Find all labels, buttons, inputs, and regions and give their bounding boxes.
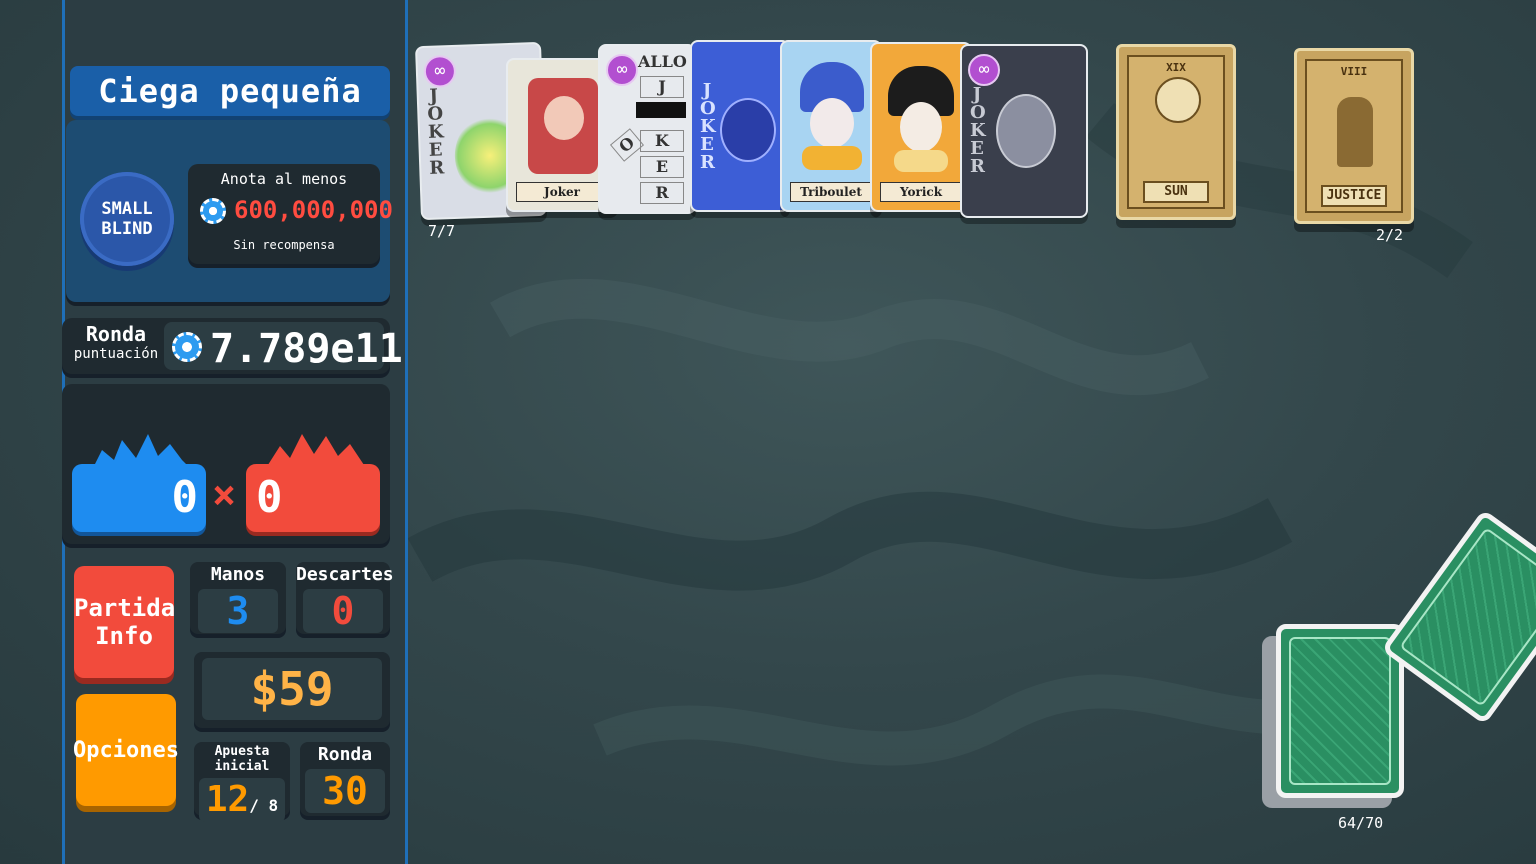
- reward-label: Sin recompensa: [233, 238, 335, 252]
- tarot-numeral: VIII: [1340, 65, 1368, 78]
- joker-slot-count: 7/7: [428, 222, 456, 240]
- target-score-panel: Anota al menos 600,000,000 Sin recompens…: [188, 164, 393, 264]
- options-button[interactable]: Opciones: [73, 694, 179, 806]
- chip-icon: [200, 198, 226, 224]
- run-info-line1: Partida: [74, 594, 176, 622]
- target-value: 600,000,000: [234, 196, 393, 224]
- run-info-line2: Info: [95, 622, 153, 650]
- tarot-numeral: XIX: [1166, 61, 1186, 74]
- ante-stat: Apuesta inicial 12/ 8: [194, 742, 290, 822]
- joker-name-label: Triboulet: [790, 182, 872, 202]
- joker-vertical-text: JOKER: [427, 85, 445, 179]
- mult-value: 0: [256, 472, 283, 523]
- joker-name-label: Yorick: [880, 182, 962, 202]
- letter-j: J: [640, 76, 684, 98]
- ante-value: 12: [205, 779, 250, 820]
- round-score-pill: 7.789e11: [164, 322, 403, 372]
- negative-edition-icon: ∞: [423, 54, 457, 88]
- joker-card-yorick[interactable]: Yorick: [870, 42, 972, 212]
- ante-label: Apuesta inicial: [214, 744, 270, 774]
- negative-edition-icon: ∞: [968, 54, 1000, 86]
- round-value: 30: [305, 769, 385, 813]
- consumable-slot-count: 2/2: [1376, 226, 1404, 244]
- hands-stat: Manos 3: [190, 562, 286, 634]
- blind-title: Ciega pequeña: [70, 66, 390, 116]
- joker-vertical-text: JOKER: [700, 80, 716, 173]
- hands-label: Manos: [210, 564, 266, 585]
- joker-vertical-text: JOKER: [970, 84, 986, 177]
- joker-face: [810, 98, 854, 148]
- joker-card-hallucination[interactable]: ∞ ALLO J O K E R: [598, 44, 696, 214]
- hands-value: 3: [198, 589, 278, 633]
- run-info-button[interactable]: Partida Info: [74, 566, 176, 678]
- round-score-sublabel: puntuación: [73, 346, 159, 362]
- letter-e: E: [640, 156, 684, 178]
- letter-r: R: [640, 182, 684, 204]
- times-symbol: ×: [212, 472, 237, 518]
- negative-edition-icon: ∞: [606, 54, 638, 86]
- joker-face-skin: [544, 96, 584, 140]
- joker-face: [900, 102, 942, 152]
- round-score-value: 7.789e11: [210, 326, 403, 372]
- scales-icon: [1337, 97, 1373, 167]
- drawn-card-back: [1381, 508, 1536, 726]
- joker-card-blue[interactable]: JOKER: [690, 40, 790, 212]
- joker-collar: [802, 146, 862, 170]
- round-stat: Ronda 30: [300, 742, 390, 816]
- discards-value: 0: [303, 589, 383, 633]
- ante-box: 12/ 8: [199, 778, 285, 822]
- chips-counter: 0: [72, 464, 206, 532]
- deck-count: 64/70: [1338, 814, 1384, 832]
- card-header: ALLO: [638, 52, 687, 71]
- joker-face: [996, 94, 1056, 168]
- money-value: $59: [202, 658, 382, 720]
- joker-collar: [894, 150, 948, 172]
- round-score-label: Ronda puntuación: [68, 324, 164, 364]
- blind-chip-line1: SMALL: [101, 199, 153, 219]
- round-label: Ronda: [317, 744, 373, 765]
- tarot-frame: VIII JUSTICE: [1305, 59, 1403, 213]
- tarot-name: SUN: [1143, 181, 1209, 203]
- letter-k: K: [640, 130, 684, 152]
- joker-card-negative-2[interactable]: ∞ JOKER: [960, 44, 1088, 218]
- deck-pattern: [1289, 637, 1391, 785]
- mult-flame-icon: [266, 434, 366, 468]
- discards-label: Descartes: [296, 564, 394, 585]
- discards-stat: Descartes 0: [296, 562, 394, 634]
- hand-calc-panel: 0 × 0: [62, 384, 390, 544]
- joker-face: [720, 98, 776, 162]
- money-panel: $59: [194, 652, 390, 728]
- tarot-frame: XIX SUN: [1127, 55, 1225, 209]
- tarot-card-justice[interactable]: VIII JUSTICE: [1294, 48, 1414, 224]
- blind-chip-line2: BLIND: [101, 219, 153, 239]
- black-bar: [636, 102, 686, 118]
- tarot-card-sun[interactable]: XIX SUN: [1116, 44, 1236, 220]
- mult-counter: 0: [246, 464, 380, 532]
- sun-icon: [1155, 77, 1201, 123]
- joker-name-label: Joker: [516, 182, 608, 202]
- chip-icon: [172, 332, 202, 362]
- small-blind-chip: SMALL BLIND: [80, 172, 174, 266]
- chips-value: 0: [171, 472, 199, 523]
- deck-pattern: [1399, 527, 1536, 707]
- round-score-title: Ronda: [85, 322, 147, 346]
- ante-max: / 8: [249, 796, 279, 815]
- letter-o: O: [609, 128, 645, 162]
- tarot-name: JUSTICE: [1321, 185, 1387, 207]
- target-label: Anota al menos: [220, 170, 348, 188]
- joker-card-triboulet[interactable]: Triboulet: [780, 40, 882, 212]
- round-score-panel: Ronda puntuación 7.789e11: [62, 318, 403, 374]
